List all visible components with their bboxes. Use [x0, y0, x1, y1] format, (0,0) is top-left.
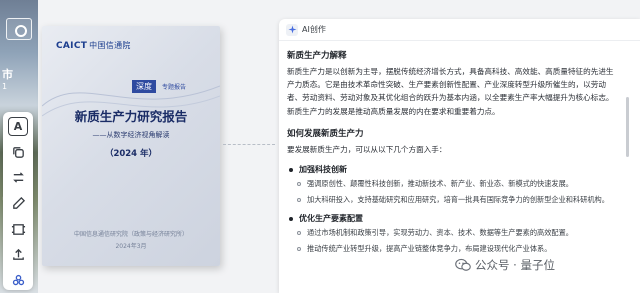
scrollbar-thumb[interactable] — [626, 97, 629, 157]
report-year: （2024 年） — [104, 149, 158, 159]
frame-icon[interactable] — [8, 220, 28, 239]
bullet-ring — [297, 198, 301, 203]
list-item: 推动传统产业转型升级，提高产业链整体竞争力，布局建设现代化产业体系。 — [297, 244, 630, 254]
text-tool-icon[interactable]: A — [8, 117, 28, 136]
list-item: 加大科研投入，支持基础研究和应用研究，培育一批具有国际竞争力的创新型企业和科研机… — [297, 195, 630, 205]
section-intro: 要发展新质生产力，可以从以下几个方面入手： — [287, 144, 447, 154]
photo-overlay-text-small: 1 — [2, 82, 8, 91]
ai-panel-header: AI创作 — [279, 19, 640, 41]
report-publisher: 中国信息通信研究院（政策与经济研究所） — [73, 231, 188, 238]
ai-creation-panel: AI创作 新质生产力解释 新质生产力是以创新为主导，摆脱传统经济增长方式，具备高… — [279, 19, 640, 293]
upload-icon[interactable] — [8, 246, 28, 265]
bullet-ring — [297, 247, 301, 252]
caict-logo: CAICT 中国信通院 — [56, 41, 131, 51]
camera-icon[interactable] — [6, 18, 32, 40]
bullet-heading: 优化生产要素配置 — [287, 213, 630, 224]
list-item: 通过市场机制和政策引导，实现劳动力、资本、技术、数据等生产要素的高效配置。 — [297, 228, 630, 238]
report-title: 新质生产力研究报告 — [74, 109, 188, 124]
bullet-ring — [297, 231, 301, 236]
report-cover-card[interactable]: CAICT 中国信通院 深度 专题报告 新质生产力研究报告 ——从数字经济视角解读… — [42, 26, 220, 266]
dashed-connector — [223, 144, 275, 145]
section-heading: 如何发展新质生产力 — [287, 128, 364, 139]
bullet-ring — [297, 182, 301, 187]
apps-icon[interactable] — [8, 271, 28, 290]
cover-tag-secondary: 专题报告 — [162, 84, 187, 91]
vertical-toolbar: A — [3, 112, 33, 290]
ai-sparkle-icon — [286, 23, 298, 36]
photo-overlay-text: 市 — [2, 68, 14, 81]
copy-icon[interactable] — [8, 143, 28, 162]
bullet-heading: 加强科技创新 — [287, 164, 630, 175]
section-paragraph: 新质生产力是以创新为主导，摆脱传统经济增长方式，具备高科技、高效能、高质量特征的… — [287, 67, 614, 116]
report-date: 2024年3月 — [115, 243, 147, 250]
section-heading: 新质生产力解释 — [287, 51, 347, 61]
list-item: 强调原创性、颠覆性科技创新，推动新技术、新产业、新业态、新模式的快速发展。 — [297, 179, 630, 189]
wechat-watermark: 公众号 · 量子位 — [452, 256, 558, 274]
cover-tag: 深度 — [132, 80, 156, 93]
bullet-dot — [289, 216, 293, 221]
report-subtitle: ——从数字经济视角解读 — [92, 131, 170, 139]
bullet-dot — [289, 167, 293, 172]
pen-icon[interactable] — [8, 194, 28, 213]
transform-icon[interactable] — [8, 169, 28, 188]
ai-panel-title: AI创作 — [302, 25, 326, 34]
wechat-icon — [455, 258, 471, 271]
